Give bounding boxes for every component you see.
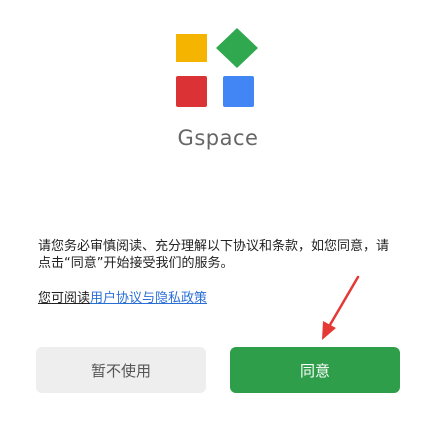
consent-screen: Gspace 请您务必审慎阅读、充分理解以下协议和条款，如您同意，请点击“同意”… bbox=[0, 0, 436, 426]
agree-button[interactable]: 同意 bbox=[230, 347, 400, 393]
consent-message: 请您务必审慎阅读、充分理解以下协议和条款，如您同意，请点击“同意”开始接受我们的… bbox=[38, 239, 390, 271]
user-agreement-link[interactable]: 用户协议与隐私政策 bbox=[90, 291, 207, 306]
logo-red-square bbox=[176, 76, 207, 107]
agreement-link-row: 您可阅读用户协议与隐私政策 bbox=[38, 287, 207, 306]
logo-blue-square bbox=[223, 76, 254, 107]
gspace-logo bbox=[176, 28, 258, 107]
app-name: Gspace bbox=[177, 126, 259, 150]
logo-yellow-square bbox=[176, 34, 207, 62]
decline-button[interactable]: 暂不使用 bbox=[36, 347, 206, 393]
agreement-link-lead: 您可阅读 bbox=[38, 291, 91, 306]
logo-green-diamond bbox=[216, 28, 258, 68]
